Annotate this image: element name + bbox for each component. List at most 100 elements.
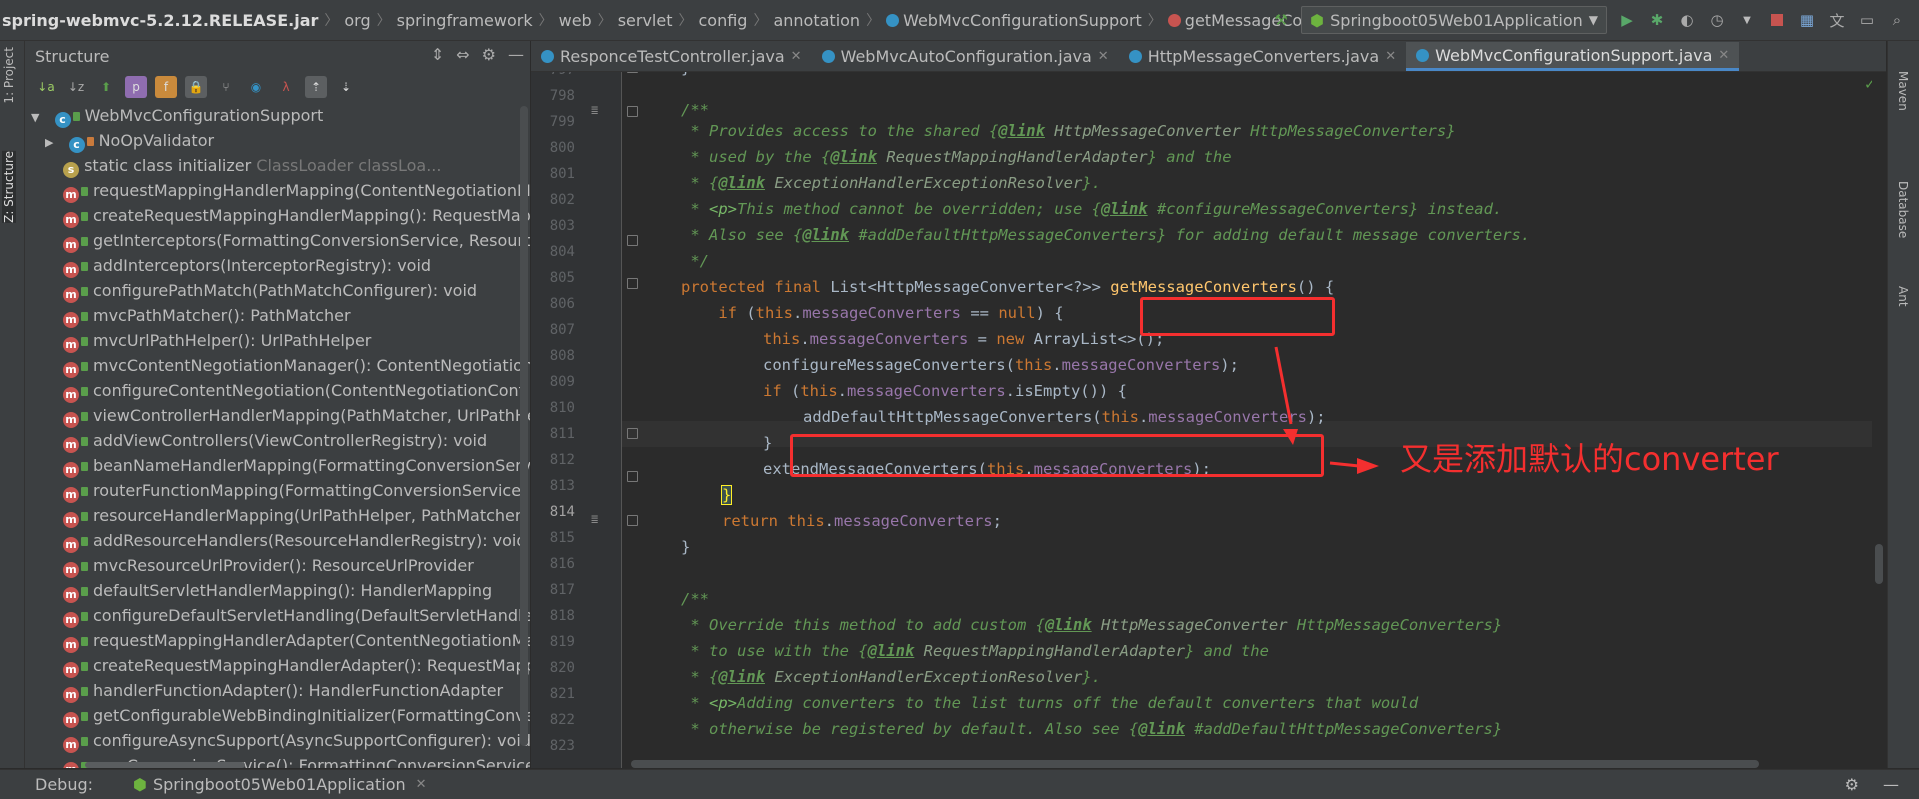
tab-responcetestcontroller[interactable]: ResponceTestController.java ✕	[531, 42, 812, 71]
minimize-icon[interactable]: —	[508, 45, 524, 64]
tree-method-item[interactable]: m createRequestMappingHandlerAdapter(): R…	[25, 653, 530, 678]
close-icon[interactable]: ✕	[1718, 48, 1729, 63]
tree-method-item[interactable]: m getInterceptors(FormattingConversionSer…	[25, 228, 530, 253]
tab-webmvcautoconfiguration[interactable]: WebMvcAutoConfiguration.java ✕	[812, 42, 1119, 71]
structure-vertical-scrollbar[interactable]	[520, 106, 528, 746]
maven-tool-tab[interactable]: Maven	[1896, 71, 1910, 111]
breadcrumb-class[interactable]: WebMvcConfigurationSupport	[880, 11, 1148, 30]
tree-method-item[interactable]: m routerFunctionMapping(FormattingConvers…	[25, 478, 530, 503]
breadcrumb-springframework[interactable]: springframework	[391, 11, 539, 30]
visibility-lock-icon	[81, 187, 88, 196]
project-tool-tab[interactable]: 1: Project	[2, 47, 16, 104]
show-inherited-icon[interactable]: ⬆	[95, 76, 117, 98]
coverage-icon[interactable]: ◐	[1677, 10, 1697, 30]
method-icon: m	[63, 237, 79, 253]
gear-icon[interactable]: ⚙	[1845, 775, 1859, 794]
method-icon: m	[63, 262, 79, 278]
tree-method-item[interactable]: m configureDefaultServletHandling(Default…	[25, 603, 530, 628]
close-icon[interactable]: ✕	[1385, 49, 1396, 64]
build-hammer-icon[interactable]: ⚒	[1271, 10, 1291, 30]
chevron-down-icon[interactable]: ▼	[1737, 10, 1757, 30]
tree-method-item[interactable]: m addResourceHandlers(ResourceHandlerRegi…	[25, 528, 530, 553]
method-icon: m	[63, 362, 79, 378]
show-properties-icon[interactable]: p	[125, 76, 147, 98]
close-icon[interactable]: ✕	[1098, 49, 1109, 64]
tree-method-item[interactable]: m viewControllerHandlerMapping(PathMatche…	[25, 403, 530, 428]
tree-method-item[interactable]: m getConfigurableWebBindingInitializer(Fo…	[25, 703, 530, 728]
tab-httpmessageconverters[interactable]: HttpMessageConverters.java ✕	[1119, 42, 1406, 71]
translate-icon[interactable]: 文	[1827, 10, 1847, 30]
method-icon: m	[63, 337, 79, 353]
editor-vertical-scrollbar[interactable]	[1872, 72, 1886, 768]
minimize-icon[interactable]: —	[1883, 775, 1899, 794]
collapse-arrow-icon[interactable]: ▼	[31, 111, 39, 124]
breadcrumb-annotation[interactable]: annotation	[767, 11, 866, 30]
method-icon: m	[63, 212, 79, 228]
gear-icon[interactable]: ⚙	[482, 45, 496, 64]
tree-method-label: mvcContentNegotiationManager(): ContentN…	[93, 356, 531, 375]
tree-static-initializer[interactable]: s static class initializer ClassLoader c…	[25, 153, 530, 178]
breadcrumb-servlet[interactable]: servlet	[612, 11, 679, 30]
tree-method-item[interactable]: m resourceHandlerMapping(UrlPathHelper, P…	[25, 503, 530, 528]
tree-method-item[interactable]: m beanNameHandlerMapping(FormattingConver…	[25, 453, 530, 478]
autoscroll-to-source-icon[interactable]: ⇡	[305, 76, 327, 98]
tree-method-item[interactable]: m mvcResourceUrlProvider(): ResourceUrlPr…	[25, 553, 530, 578]
show-interfaces-icon[interactable]: ◉	[245, 76, 267, 98]
tree-method-item[interactable]: m mvcContentNegotiationManager(): Content…	[25, 353, 530, 378]
scroll-thumb[interactable]	[1875, 544, 1883, 584]
show-anonymous-icon[interactable]: ⑂	[215, 76, 237, 98]
tree-method-item[interactable]: m defaultServletHandlerMapping(): Handler…	[25, 578, 530, 603]
tab-webmvcconfigurationsupport[interactable]: WebMvcConfigurationSupport.java ✕	[1406, 42, 1740, 71]
project-structure-icon[interactable]: ▦	[1797, 10, 1817, 30]
debug-icon[interactable]: ✱	[1647, 10, 1667, 30]
show-lambdas-icon[interactable]: λ	[275, 76, 297, 98]
breadcrumb-web[interactable]: web	[553, 11, 598, 30]
tree-method-item[interactable]: m addViewControllers(ViewControllerRegist…	[25, 428, 530, 453]
tree-method-item[interactable]: m requestMappingHandlerAdapter(ContentNeg…	[25, 628, 530, 653]
tree-method-item[interactable]: m addInterceptors(InterceptorRegistry): v…	[25, 253, 530, 278]
tree-method-item[interactable]: m configureAsyncSupport(AsyncSupportConfi…	[25, 728, 530, 753]
code-editor[interactable]: 7977987998008018028038048058068078088098…	[531, 72, 1886, 768]
debug-session-label[interactable]: Springboot05Web01Application	[153, 775, 406, 794]
tree-method-item[interactable]: m requestMappingHandlerMapping(ContentNeg…	[25, 178, 530, 203]
editor-horizontal-scrollbar[interactable]	[631, 760, 1759, 768]
debug-label[interactable]: Debug:	[35, 775, 93, 794]
breadcrumb-config[interactable]: config	[693, 11, 754, 30]
search-icon[interactable]: ⌕	[1887, 10, 1907, 30]
run-configuration-select[interactable]: ⬢ Springboot05Web01Application ▼	[1301, 6, 1607, 34]
method-icon: m	[63, 437, 79, 453]
breadcrumb-org[interactable]: org	[338, 11, 376, 30]
close-icon[interactable]: ✕	[416, 777, 427, 792]
autoscroll-from-source-icon[interactable]: ⇣	[335, 76, 357, 98]
expand-arrow-icon[interactable]: ▶	[45, 136, 53, 149]
tree-method-item[interactable]: m configurePathMatch(PathMatchConfigurer)…	[25, 278, 530, 303]
tree-method-item[interactable]: m configureContentNegotiation(ContentNego…	[25, 378, 530, 403]
expand-all-icon[interactable]: ⇕	[431, 45, 444, 64]
stop-icon[interactable]	[1767, 10, 1787, 30]
tree-method-item[interactable]: m mvcPathMatcher(): PathMatcher	[25, 303, 530, 328]
tree-inner-class[interactable]: ▶ c NoOpValidator	[25, 128, 530, 153]
tree-method-item[interactable]: m mvcUrlPathHelper(): UrlPathHelper	[25, 328, 530, 353]
structure-tool-tab[interactable]: Z: Structure	[2, 151, 16, 223]
close-icon[interactable]: ✕	[791, 49, 802, 64]
method-icon: m	[63, 737, 79, 753]
ant-tool-tab[interactable]: Ant	[1896, 286, 1910, 307]
show-fields-icon[interactable]: f	[155, 76, 177, 98]
method-icon: m	[63, 637, 79, 653]
breadcrumb-jar[interactable]: spring-webmvc-5.2.12.RELEASE.jar	[0, 11, 324, 30]
show-non-public-icon[interactable]: 🔒	[185, 76, 207, 98]
collapse-all-icon[interactable]: ⇔	[456, 45, 469, 64]
sort-visibility-icon[interactable]: ↓z	[65, 76, 87, 98]
tree-method-item[interactable]: m createRequestMappingHandlerMapping(): R…	[25, 203, 530, 228]
annotation-note: 又是添加默认的converter	[1400, 440, 1779, 478]
tree-root-class[interactable]: ▼ c WebMvcConfigurationSupport	[25, 103, 530, 128]
run-icon[interactable]: ▶	[1617, 10, 1637, 30]
tree-method-item[interactable]: m handlerFunctionAdapter(): HandlerFuncti…	[25, 678, 530, 703]
database-tool-tab[interactable]: Database	[1896, 181, 1910, 238]
window-layout-icon[interactable]: ▭	[1857, 10, 1877, 30]
visibility-lock-icon	[81, 237, 88, 246]
profile-icon[interactable]: ◷	[1707, 10, 1727, 30]
structure-horizontal-scrollbar[interactable]	[85, 762, 245, 768]
sort-alpha-icon[interactable]: ↓a	[35, 76, 57, 98]
breadcrumb-separator-icon: 〉	[866, 13, 881, 29]
